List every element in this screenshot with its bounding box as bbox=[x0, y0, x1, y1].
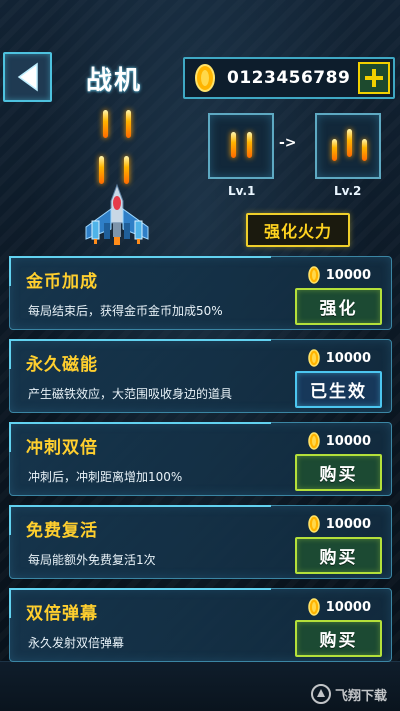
coin-icon bbox=[308, 349, 320, 367]
upgrade-title: 免费复活 bbox=[26, 521, 98, 541]
back-button[interactable] bbox=[3, 52, 52, 102]
fighter-jet-icon bbox=[85, 183, 149, 245]
bullet-icon bbox=[332, 139, 337, 161]
bullet-icon bbox=[247, 132, 252, 158]
upgrade-arrow: -> bbox=[279, 135, 297, 151]
bullet-icon bbox=[124, 156, 129, 184]
activated-button[interactable]: 已生效 bbox=[295, 371, 382, 408]
bullet-icon bbox=[103, 110, 108, 138]
upgrade-card: 金币加成每局结束后，获得金币金币加成50% 10000 强化 bbox=[9, 256, 392, 330]
upgrade-title: 冲刺双倍 bbox=[26, 438, 98, 458]
buy-button[interactable]: 购买 bbox=[295, 537, 382, 574]
price-value: 10000 bbox=[325, 267, 371, 283]
level-label-next: Lv.2 bbox=[334, 184, 362, 198]
upgrade-card: 免费复活每局能额外免费复活1次 10000 购买 bbox=[9, 505, 392, 579]
upgrade-price: 10000 bbox=[308, 598, 371, 616]
price-value: 10000 bbox=[325, 350, 371, 366]
upgrade-description: 每局结束后，获得金币金币加成50% bbox=[28, 304, 223, 318]
watermark-icon bbox=[310, 684, 331, 704]
upgrade-price: 10000 bbox=[308, 515, 371, 533]
coin-icon bbox=[308, 266, 320, 284]
upgrade-price: 10000 bbox=[308, 349, 371, 367]
weapon-level-next bbox=[315, 113, 381, 179]
coin-icon bbox=[308, 515, 320, 533]
plus-icon bbox=[365, 69, 383, 87]
coin-icon bbox=[308, 598, 320, 616]
coin-count: 0123456789 bbox=[227, 68, 351, 88]
upgrade-price: 10000 bbox=[308, 266, 371, 284]
bullet-icon bbox=[231, 132, 236, 158]
upgrade-description: 永久发射双倍弹幕 bbox=[28, 636, 125, 650]
price-value: 10000 bbox=[325, 599, 371, 615]
bullet-icon bbox=[126, 110, 131, 138]
upgrade-card: 双倍弹幕永久发射双倍弹幕 10000 购买 bbox=[9, 588, 392, 662]
coin-icon bbox=[308, 432, 320, 450]
bullet-icon bbox=[362, 139, 367, 161]
upgrade-title: 双倍弹幕 bbox=[26, 604, 98, 624]
upgrade-title: 金币加成 bbox=[26, 272, 98, 292]
upgrade-title: 永久磁能 bbox=[26, 355, 98, 375]
price-value: 10000 bbox=[325, 516, 371, 532]
buy-button[interactable]: 强化 bbox=[295, 288, 382, 325]
page-title: 战机 bbox=[86, 66, 143, 96]
watermark-text: 飞翔下载 bbox=[334, 688, 387, 704]
upgrade-card: 永久磁能产生磁铁效应，大范围吸收身边的道具 10000 已生效 bbox=[9, 339, 392, 413]
upgrade-description: 产生磁铁效应，大范围吸收身边的道具 bbox=[28, 387, 233, 401]
buy-button[interactable]: 购买 bbox=[295, 454, 382, 491]
add-coins-button[interactable] bbox=[358, 62, 390, 94]
upgrade-firepower-button[interactable]: 强化火力 bbox=[246, 213, 350, 247]
coin-icon bbox=[195, 64, 215, 92]
back-arrow-icon bbox=[17, 62, 38, 92]
upgrade-price: 10000 bbox=[308, 432, 371, 450]
upgrade-description: 冲刺后，冲刺距离增加100% bbox=[28, 470, 183, 484]
watermark-logo: 飞翔下载 bbox=[304, 680, 394, 708]
level-label-current: Lv.1 bbox=[228, 184, 256, 198]
bullet-icon bbox=[347, 129, 352, 157]
upgrade-description: 每局能额外免费复活1次 bbox=[28, 553, 156, 567]
upgrade-card: 冲刺双倍冲刺后，冲刺距离增加100% 10000 购买 bbox=[9, 422, 392, 496]
weapon-level-current bbox=[208, 113, 274, 179]
bullet-icon bbox=[99, 156, 104, 184]
price-value: 10000 bbox=[325, 433, 371, 449]
coin-balance: 0123456789 bbox=[183, 57, 395, 99]
buy-button[interactable]: 购买 bbox=[295, 620, 382, 657]
